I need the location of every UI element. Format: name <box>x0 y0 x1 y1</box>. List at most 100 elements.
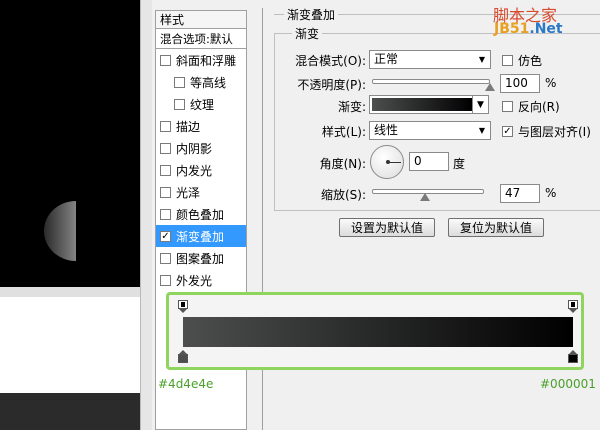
style-item[interactable]: 斜面和浮雕 <box>156 49 246 71</box>
start-color-hex: #4d4e4e <box>158 377 214 391</box>
styles-header[interactable]: 样式 <box>156 11 246 29</box>
color-stop-head <box>568 354 578 363</box>
canvas-bottom-dark <box>0 393 140 430</box>
checkbox-icon <box>502 55 513 66</box>
opacity-unit: % <box>545 76 557 90</box>
checkbox-icon[interactable] <box>160 208 171 220</box>
checkbox-icon[interactable] <box>160 186 171 198</box>
style-select[interactable]: 线性 ▼ <box>369 121 491 140</box>
style-items: 斜面和浮雕等高线纹理描边内阴影内发光光泽颜色叠加 ✓ 渐变叠加图案叠加外发光 <box>156 49 246 291</box>
reverse-label: 反向(R) <box>518 100 560 114</box>
style-item-label: 内阴影 <box>176 141 213 156</box>
dither-label: 仿色 <box>518 54 543 68</box>
style-item-label: 内发光 <box>176 163 213 178</box>
checkbox-icon[interactable] <box>160 274 171 286</box>
style-value: 线性 <box>374 123 399 137</box>
align-with-layer-checkbox[interactable]: ✓ 与图层对齐(I) <box>502 123 591 140</box>
opacity-stop-tip <box>569 309 577 313</box>
opacity-slider-thumb[interactable] <box>485 83 495 91</box>
chevron-down-icon: ▼ <box>478 55 486 64</box>
canvas-separator <box>140 0 152 430</box>
style-item-label: 斜面和浮雕 <box>176 53 237 68</box>
chevron-down-icon: ▼ <box>478 126 486 135</box>
half-circle-shape <box>44 201 76 261</box>
reverse-checkbox[interactable]: 反向(R) <box>502 98 560 115</box>
align-label: 与图层对齐(I) <box>518 125 591 139</box>
style-label: 样式(L): <box>321 125 366 139</box>
subgroup-title: 渐变 <box>292 25 323 42</box>
style-item-label: 外发光 <box>176 273 213 288</box>
style-item-label: 渐变叠加 <box>176 229 225 244</box>
style-item-label: 颜色叠加 <box>176 207 225 222</box>
gradient-preview[interactable] <box>372 98 472 111</box>
style-item[interactable]: 图案叠加 <box>156 247 246 269</box>
opacity-stop-tip <box>179 309 187 313</box>
style-item-label: 光泽 <box>176 185 201 200</box>
color-stop-tip <box>179 350 187 354</box>
color-stop-right[interactable] <box>568 350 578 363</box>
color-stop-left[interactable] <box>178 350 188 363</box>
end-color-hex: #000001 <box>540 377 596 391</box>
blend-options-default[interactable]: 混合选项:默认 <box>156 29 246 49</box>
opacity-slider[interactable] <box>372 79 490 84</box>
opacity-stop-left[interactable] <box>178 300 188 313</box>
checkmark-icon: ✓ <box>502 126 513 137</box>
style-item[interactable]: 描边 <box>156 115 246 137</box>
reset-default-button[interactable]: 复位为默认值 <box>448 218 544 237</box>
scale-unit: % <box>545 186 557 200</box>
chevron-down-icon[interactable]: ▼ <box>472 96 488 113</box>
checkbox-icon[interactable] <box>160 120 171 132</box>
style-item-label: 等高线 <box>190 75 227 90</box>
color-stop-head <box>178 354 188 363</box>
opacity-stop-right[interactable] <box>568 300 578 313</box>
checkbox-icon[interactable] <box>160 54 171 66</box>
checkbox-icon[interactable] <box>160 142 171 154</box>
canvas-white-band <box>0 297 140 393</box>
blend-mode-value: 正常 <box>374 52 399 66</box>
group-title: 渐变叠加 <box>284 6 339 23</box>
gradient-label: 渐变: <box>337 100 366 114</box>
opacity-stop-head <box>568 300 578 309</box>
scale-input[interactable]: 47 <box>500 184 540 203</box>
opacity-input[interactable]: 100 <box>500 74 540 93</box>
style-item[interactable]: 内发光 <box>156 159 246 181</box>
checkbox-icon <box>502 101 513 112</box>
angle-input[interactable]: 0 <box>409 152 449 171</box>
style-item[interactable]: 颜色叠加 <box>156 203 246 225</box>
gradient-picker[interactable]: ▼ <box>369 95 489 114</box>
canvas-gray-line <box>0 287 140 297</box>
checkbox-icon[interactable] <box>160 252 171 264</box>
style-item[interactable]: 等高线 <box>156 71 246 93</box>
gradient-bar[interactable] <box>183 317 573 347</box>
style-item-label: 描边 <box>176 119 201 134</box>
style-item-label: 图案叠加 <box>176 251 225 266</box>
dither-checkbox[interactable]: 仿色 <box>502 52 542 69</box>
checkbox-icon[interactable] <box>174 98 185 110</box>
angle-needle <box>388 162 401 163</box>
watermark-domain-a: JB51 <box>494 21 530 37</box>
style-item[interactable]: 纹理 <box>156 93 246 115</box>
blend-mode-select[interactable]: 正常 ▼ <box>369 50 491 69</box>
angle-dial[interactable] <box>370 145 404 179</box>
style-item[interactable]: 光泽 <box>156 181 246 203</box>
angle-unit: 度 <box>453 157 466 171</box>
angle-label: 角度(N): <box>319 157 366 171</box>
checkmark-icon[interactable]: ✓ <box>160 230 171 242</box>
checkbox-icon[interactable] <box>160 164 171 176</box>
opacity-label: 不透明度(P): <box>297 78 366 92</box>
scale-slider-thumb[interactable] <box>419 193 430 201</box>
style-item-label: 纹理 <box>190 97 215 112</box>
opacity-stop-head <box>178 300 188 309</box>
gradient-editor <box>166 292 584 370</box>
canvas-preview <box>0 0 140 430</box>
watermark-domain: JB51.Net <box>494 21 563 37</box>
blend-mode-label: 混合模式(O): <box>295 54 366 68</box>
watermark-domain-b: .Net <box>529 21 563 37</box>
color-stop-tip <box>569 350 577 354</box>
style-item[interactable]: 外发光 <box>156 269 246 291</box>
scale-label: 缩放(S): <box>320 188 366 202</box>
set-default-button[interactable]: 设置为默认值 <box>339 218 435 237</box>
style-item[interactable]: ✓ 渐变叠加 <box>156 225 246 247</box>
style-item[interactable]: 内阴影 <box>156 137 246 159</box>
checkbox-icon[interactable] <box>174 76 185 88</box>
